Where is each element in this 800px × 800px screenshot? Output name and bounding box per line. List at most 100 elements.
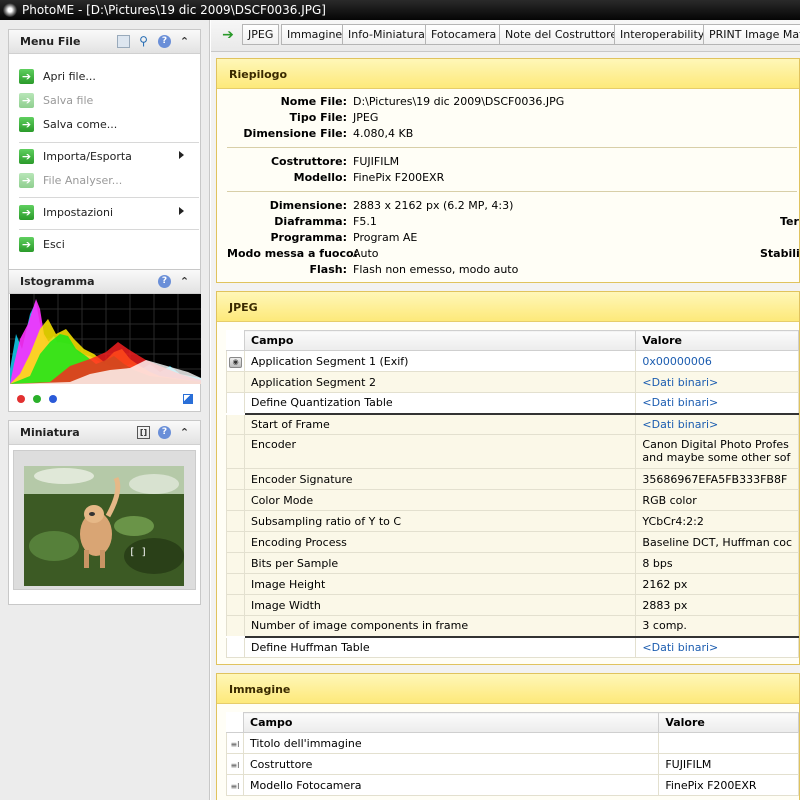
file-type-value: JPEG — [353, 111, 379, 124]
left-sidebar: Menu File ⚲ ? ⌃ ➔ Apri file... ➔ Salva f… — [0, 20, 210, 800]
table-row[interactable]: Encoder Signature 35686967EFA5FB333FB8F — [226, 468, 799, 490]
menu-settings[interactable]: ➔ Impostazioni — [19, 204, 194, 222]
title-bar: PhotoME - [D:\Pictures\19 dic 2009\DSCF0… — [0, 0, 800, 20]
tab-print-image-matching[interactable]: PRINT Image Matc — [703, 24, 800, 45]
table-row[interactable]: Bits per Sample 8 bps — [226, 552, 799, 574]
row-campo: Encoding Process — [243, 531, 637, 553]
table-row[interactable]: Application Segment 2 <Dati binari> — [226, 371, 799, 393]
green-channel-toggle[interactable] — [33, 395, 41, 403]
immagine-header[interactable]: Immagine — [217, 674, 799, 704]
row-valore: Baseline DCT, Huffman coc — [635, 531, 799, 553]
table-row[interactable]: Subsampling ratio of Y to C YCbCr4:2:2 — [226, 510, 799, 532]
table-row[interactable]: ≡I Costruttore FUJIFILM — [226, 753, 799, 775]
summary-separator — [227, 191, 797, 192]
copy-icon[interactable] — [117, 35, 130, 48]
blue-channel-toggle[interactable] — [49, 395, 57, 403]
text-field-icon: ≡I — [230, 739, 240, 749]
model-label: Modello: — [293, 171, 347, 184]
row-valore-link[interactable]: <Dati binari> — [635, 635, 799, 658]
table-row[interactable]: ◉ Application Segment 1 (Exif) 0x0000000… — [226, 350, 799, 372]
row-valore — [658, 732, 799, 754]
table-row[interactable]: Encoding Process Baseline DCT, Huffman c… — [226, 531, 799, 553]
red-channel-toggle[interactable] — [17, 395, 25, 403]
fit-icon[interactable]: [] — [137, 426, 150, 439]
table-row[interactable]: Define Huffman Table <Dati binari> — [226, 635, 799, 658]
go-arrow-icon[interactable]: ➔ — [220, 27, 236, 43]
row-valore: 35686967EFA5FB333FB8F — [635, 468, 799, 490]
help-icon[interactable]: ? — [158, 426, 171, 439]
menu-save-as[interactable]: ➔ Salva come... — [19, 116, 194, 134]
summary-separator — [227, 147, 797, 148]
column-header-valore[interactable]: Valore — [658, 712, 799, 733]
help-icon[interactable]: ? — [158, 35, 171, 48]
aperture-value: F5.1 — [353, 215, 377, 228]
tab-interoperability[interactable]: Interoperability — [614, 24, 711, 45]
program-label: Programma: — [270, 231, 347, 244]
menu-save-file[interactable]: ➔ Salva file — [19, 92, 194, 110]
thumbnail-header[interactable]: Miniatura [] ? ⌃ — [9, 421, 200, 445]
thumbnail-frame: [ ] — [13, 450, 196, 590]
table-row[interactable]: Image Width 2883 px — [226, 594, 799, 616]
tab-jpeg[interactable]: JPEG — [242, 24, 280, 45]
arrow-right-icon: ➔ — [19, 69, 34, 84]
menu-open-file[interactable]: ➔ Apri file... — [19, 68, 194, 86]
arrow-right-icon: ➔ — [19, 93, 34, 108]
focus-mode-label: Modo messa a fuoco: — [227, 247, 358, 260]
panel-title: Menu File — [20, 35, 81, 48]
column-header-campo[interactable]: Campo — [242, 712, 660, 733]
row-valore-link[interactable]: 0x00000006 — [635, 350, 799, 372]
tab-note-costruttore[interactable]: Note del Costruttore — [499, 24, 624, 45]
histogram-scale-icon[interactable] — [183, 394, 193, 404]
histogram-header[interactable]: Istogramma ? ⌃ — [9, 270, 200, 294]
collapse-icon[interactable]: ⌃ — [178, 35, 191, 48]
row-campo: Encoder — [243, 434, 637, 469]
riepilogo-section: Riepilogo Nome File: D:\Pictures\19 dic … — [216, 58, 800, 283]
row-campo: Image Width — [243, 594, 637, 616]
table-row[interactable]: Start of Frame <Dati binari> — [226, 412, 799, 435]
table-row[interactable]: ≡I Titolo dell'immagine — [226, 732, 799, 754]
row-valore-link[interactable]: <Dati binari> — [635, 371, 799, 393]
collapse-icon[interactable]: ⌃ — [178, 275, 191, 288]
row-campo: Define Quantization Table — [243, 392, 637, 414]
table-row[interactable]: Color Mode RGB color — [226, 489, 799, 511]
arrow-right-icon: ➔ — [19, 173, 34, 188]
arrow-right-icon: ➔ — [19, 117, 34, 132]
file-size-label: Dimensione File: — [243, 127, 347, 140]
column-header-valore[interactable]: Valore — [635, 330, 799, 351]
jpeg-section: JPEG Campo Valore ◉ Application Segment … — [216, 291, 800, 665]
submenu-arrow-icon — [179, 151, 184, 159]
tab-immagine[interactable]: Immagine — [281, 24, 349, 45]
table-row[interactable]: Define Quantization Table <Dati binari> — [226, 392, 799, 414]
truncated-label-stabiliz: Stabiliz — [760, 247, 800, 260]
jpeg-header[interactable]: JPEG — [217, 292, 799, 322]
column-header-campo[interactable]: Campo — [243, 330, 637, 351]
row-valore: 2883 px — [635, 594, 799, 616]
collapse-icon[interactable]: ⌃ — [178, 426, 191, 439]
row-valore-link[interactable]: <Dati binari> — [635, 412, 799, 435]
window-title: PhotoME - [D:\Pictures\19 dic 2009\DSCF0… — [22, 3, 326, 17]
table-header-row: Campo Valore — [226, 330, 799, 351]
table-row[interactable]: Encoder Canon Digital Photo Profes and ma… — [226, 434, 799, 469]
table-row[interactable]: Number of image components in frame 3 co… — [226, 615, 799, 637]
exif-segment-icon: ◉ — [229, 357, 242, 368]
riepilogo-header[interactable]: Riepilogo — [217, 59, 799, 89]
help-icon[interactable]: ? — [158, 275, 171, 288]
row-campo: Modello Fotocamera — [242, 774, 660, 796]
table-row[interactable]: Image Height 2162 px — [226, 573, 799, 595]
row-campo: Start of Frame — [243, 412, 637, 435]
dimension-label: Dimensione: — [269, 199, 347, 212]
menu-import-export[interactable]: ➔ Importa/Esporta — [19, 148, 194, 166]
row-campo: Titolo dell'immagine — [242, 732, 660, 754]
search-icon[interactable]: ⚲ — [137, 35, 150, 48]
menu-file-analyser[interactable]: ➔ File Analyser... — [19, 172, 194, 190]
row-campo: Subsampling ratio of Y to C — [243, 510, 637, 532]
tab-fotocamera[interactable]: Fotocamera — [425, 24, 503, 45]
menu-exit[interactable]: ➔ Esci — [19, 236, 194, 254]
tab-info-miniatura[interactable]: Info-Miniatura — [342, 24, 431, 45]
row-campo: Number of image components in frame — [243, 615, 637, 637]
aperture-label: Diaframma: — [274, 215, 347, 228]
menu-label: File Analyser... — [43, 174, 123, 187]
row-valore-link[interactable]: <Dati binari> — [635, 392, 799, 414]
menu-file-header[interactable]: Menu File ⚲ ? ⌃ — [9, 30, 200, 54]
table-row[interactable]: ≡I Modello Fotocamera FinePix F200EXR — [226, 774, 799, 796]
